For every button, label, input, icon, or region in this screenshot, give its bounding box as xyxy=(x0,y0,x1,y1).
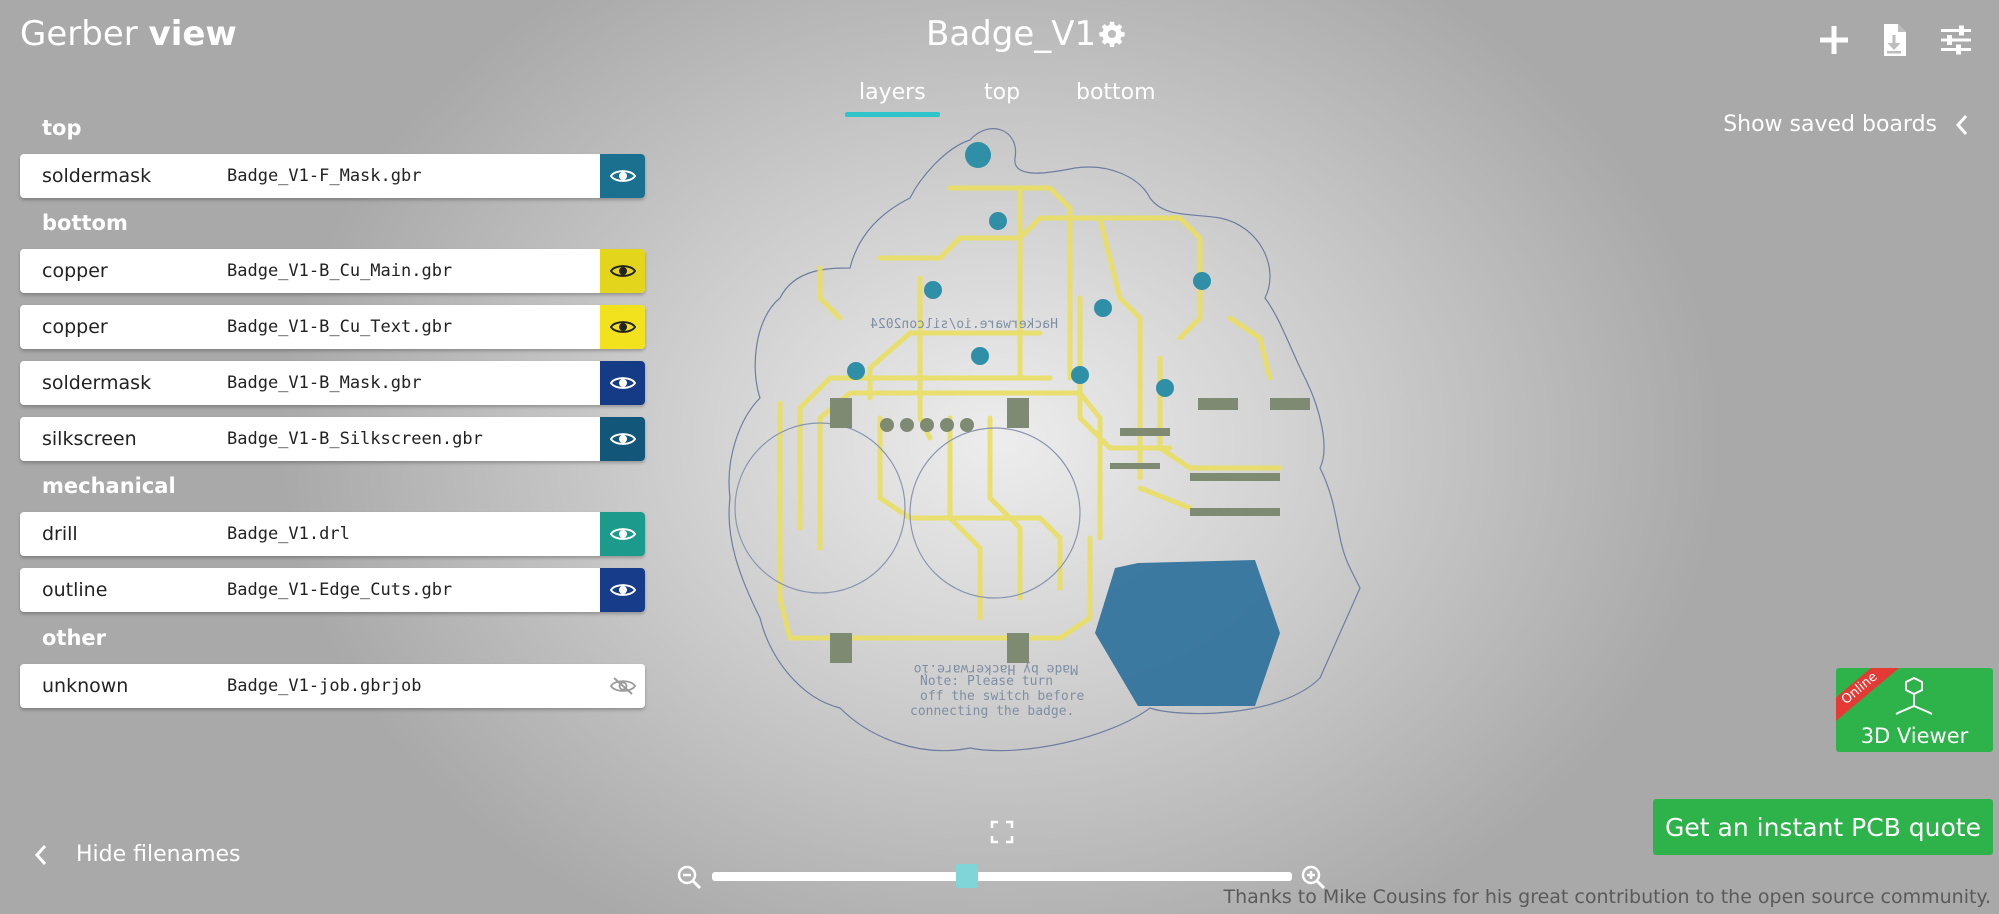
saved-boards-label: Show saved boards xyxy=(1723,112,1937,137)
connector-pins xyxy=(880,418,974,432)
layer-row[interactable]: drill Badge_V1.drl xyxy=(20,512,645,556)
layer-type: silkscreen xyxy=(42,428,137,450)
layer-type: unknown xyxy=(42,675,129,697)
layer-type: soldermask xyxy=(42,165,152,187)
tab-top[interactable]: top xyxy=(984,80,1020,105)
layer-filename: Badge_V1-job.gbrjob xyxy=(227,676,422,696)
layer-row[interactable]: soldermask Badge_V1-F_Mask.gbr xyxy=(20,154,645,198)
layer-row[interactable]: outline Badge_V1-Edge_Cuts.gbr xyxy=(20,568,645,612)
layer-filename: Badge_V1-B_Silkscreen.gbr xyxy=(227,429,483,449)
sliders-icon[interactable] xyxy=(1938,22,1974,58)
eye-icon xyxy=(609,265,636,277)
layer-filename: Badge_V1-B_Cu_Main.gbr xyxy=(227,261,453,281)
hexagon-logo xyxy=(1095,560,1280,706)
layer-filename: Badge_V1-B_Cu_Text.gbr xyxy=(227,317,453,337)
visibility-toggle[interactable] xyxy=(600,664,645,708)
3d-cube-icon xyxy=(1895,676,1933,715)
chevron-left-icon xyxy=(34,844,47,865)
layer-type: copper xyxy=(42,260,108,282)
visibility-toggle[interactable] xyxy=(600,361,645,405)
eye-icon xyxy=(609,321,636,333)
layer-type: drill xyxy=(42,523,78,545)
get-pcb-quote-button[interactable]: Get an instant PCB quote xyxy=(1653,799,1993,855)
zoom-slider-thumb[interactable] xyxy=(956,864,979,888)
pcb-board-render[interactable]: Hackerware.io/silcon2024 Made by Hackerw… xyxy=(720,118,1380,768)
visibility-toggle[interactable] xyxy=(600,249,645,293)
eye-icon xyxy=(609,433,636,445)
layer-filename: Badge_V1-B_Mask.gbr xyxy=(227,373,422,393)
file-download-icon[interactable] xyxy=(1876,22,1912,58)
zoom-out-icon[interactable] xyxy=(676,864,702,890)
tab-layers[interactable]: layers xyxy=(845,80,940,117)
layer-row[interactable]: copper Badge_V1-B_Cu_Main.gbr xyxy=(20,249,645,293)
layer-type: soldermask xyxy=(42,372,152,394)
layer-filename: Badge_V1.drl xyxy=(227,524,350,544)
3d-viewer-button[interactable]: Online 3D Viewer xyxy=(1836,668,1993,752)
svg-text:Hackerware.io/silcon2024: Hackerware.io/silcon2024 xyxy=(870,317,1058,332)
layer-filename: Badge_V1-F_Mask.gbr xyxy=(227,166,422,186)
drill-holes xyxy=(847,142,1211,397)
hide-filenames-label: Hide filenames xyxy=(76,842,241,867)
zoom-slider-track[interactable] xyxy=(712,872,1292,881)
visibility-toggle[interactable] xyxy=(600,154,645,198)
eye-icon xyxy=(609,528,636,540)
tab-bottom[interactable]: bottom xyxy=(1076,80,1156,105)
eye-icon xyxy=(609,377,636,389)
visibility-toggle[interactable] xyxy=(600,305,645,349)
visibility-toggle[interactable] xyxy=(600,512,645,556)
svg-text:Note: Please turn: Note: Please turn xyxy=(920,674,1053,689)
3d-viewer-label: 3D Viewer xyxy=(1860,724,1969,748)
svg-text:off the switch before: off the switch before xyxy=(920,689,1085,704)
fullscreen-icon[interactable] xyxy=(990,820,1014,844)
visibility-toggle[interactable] xyxy=(600,417,645,461)
eye-slash-icon xyxy=(609,677,636,695)
layer-filename: Badge_V1-Edge_Cuts.gbr xyxy=(227,580,453,600)
board-title: Badge_V1 xyxy=(926,14,1097,54)
group-label-mechanical: mechanical xyxy=(42,474,176,498)
layer-row[interactable]: soldermask Badge_V1-B_Mask.gbr xyxy=(20,361,645,405)
svg-text:connecting the badge.: connecting the badge. xyxy=(910,704,1074,719)
layer-type: outline xyxy=(42,579,108,601)
chevron-left-icon xyxy=(1955,114,1968,135)
credits-text: Thanks to Mike Cousins for his great con… xyxy=(1223,886,1992,908)
app-title: Gerber view xyxy=(20,14,237,54)
hide-filenames-toggle[interactable]: Hide filenames xyxy=(34,842,241,867)
eye-icon xyxy=(609,584,636,596)
gear-icon[interactable] xyxy=(1098,20,1126,48)
layer-row[interactable]: unknown Badge_V1-job.gbrjob xyxy=(20,664,645,708)
layer-type: copper xyxy=(42,316,108,338)
show-saved-boards-toggle[interactable]: Show saved boards xyxy=(1723,112,1969,137)
plus-icon[interactable] xyxy=(1816,22,1852,58)
layer-row[interactable]: copper Badge_V1-B_Cu_Text.gbr xyxy=(20,305,645,349)
visibility-toggle[interactable] xyxy=(600,568,645,612)
group-label-other: other xyxy=(42,626,107,650)
eye-icon xyxy=(609,170,636,182)
layer-row[interactable]: silkscreen Badge_V1-B_Silkscreen.gbr xyxy=(20,417,645,461)
group-label-top: top xyxy=(42,116,82,140)
battery-holders xyxy=(734,422,1081,599)
group-label-bottom: bottom xyxy=(42,211,128,235)
